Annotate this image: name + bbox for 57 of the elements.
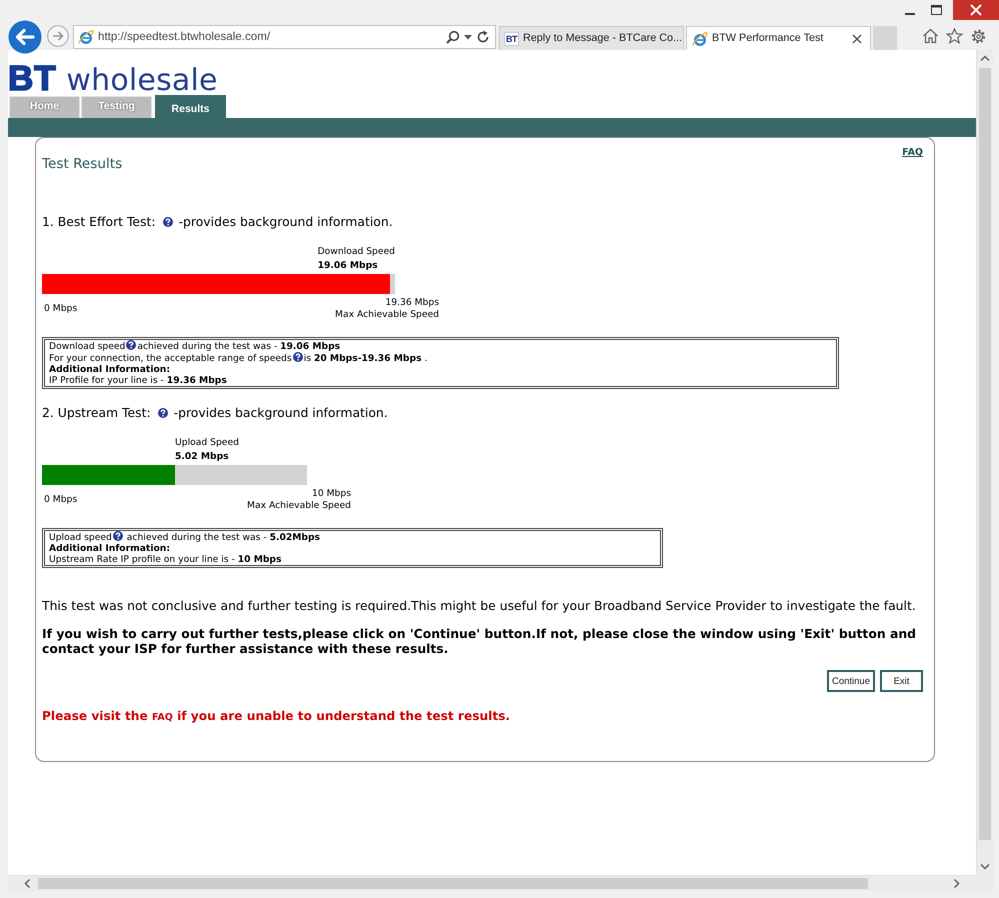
scale-min-label: 0 Mbps <box>43 303 78 316</box>
caret-down-icon[interactable] <box>464 34 472 40</box>
test-description: -provides background information. <box>174 405 388 422</box>
nav-tab[interactable]: Results <box>155 95 226 118</box>
detail-text: Upload speed <box>49 532 112 544</box>
help-icon[interactable] <box>126 340 136 350</box>
browser-tab[interactable]: BT Reply to Message - BTCare Co... <box>499 26 684 50</box>
detail-text: achieved during the test was - 19.06 Mbps <box>137 341 340 352</box>
conclusion-text: This test was not conclusive and further testing is required.This might be useful for your Broadband Service Provider to investigate the fault. <box>42 598 917 614</box>
meter-value: 19.06 Mbps <box>318 259 379 274</box>
scale-min-label: 0 Mbps <box>43 494 78 506</box>
faq-link[interactable]: FAQ <box>902 147 923 158</box>
meter-label: Upload Speed <box>175 436 239 450</box>
browser-logo-icon <box>692 30 708 46</box>
detail-text: is 20 Mbps-19.36 Mbps . <box>304 353 428 364</box>
close-icon[interactable] <box>852 34 862 44</box>
site-logo: BT wholesale <box>8 62 218 97</box>
scale-max-caption: Max Achievable Speed <box>247 500 351 512</box>
instruction-text: If you wish to carry out further tests,please click on 'Continue' button.If not, please close the window using 'Exit' button and contact your ISP for further assistance with these results. <box>42 626 918 656</box>
detail-text: Download speed <box>49 341 126 352</box>
browser-logo-icon <box>78 29 94 45</box>
site-logo: BT <box>504 32 519 46</box>
detail-text: IP Profile for your line is - 19.36 Mbps <box>49 375 228 386</box>
scale-max-caption: Max Achievable Speed <box>335 309 439 322</box>
test-description: -provides background information. <box>178 214 393 230</box>
continue-button[interactable]: Continue <box>826 670 875 692</box>
detail-text: achieved during the test was - 5.02Mbps <box>126 532 320 544</box>
meter-value: 5.02 Mbps <box>175 450 230 464</box>
page-title: Test Results <box>42 156 122 172</box>
home-icon[interactable] <box>922 28 939 44</box>
star-icon[interactable] <box>946 28 963 44</box>
help-icon[interactable] <box>158 408 168 418</box>
back-icon[interactable] <box>8 20 42 54</box>
test-heading: 2. Upstream Test: <box>42 405 151 422</box>
test-heading: 1. Best Effort Test: <box>42 214 156 230</box>
help-icon[interactable] <box>112 531 123 542</box>
search-icon[interactable] <box>446 30 460 44</box>
scrollbar-thumb[interactable] <box>979 68 991 840</box>
scrollbar-thumb[interactable] <box>38 878 868 889</box>
detail-text: For your connection, the acceptable range of speeds <box>49 353 292 364</box>
exit-button[interactable]: Exit <box>880 670 923 692</box>
help-icon[interactable] <box>162 217 173 228</box>
settings-icon[interactable] <box>970 28 987 44</box>
faq-link[interactable]: FAQ <box>152 712 173 724</box>
detail-heading: Additional Information: <box>49 543 171 554</box>
detail-heading: Additional Information: <box>49 364 171 376</box>
help-icon[interactable] <box>292 352 303 362</box>
detail-text: Upstream Rate IP profile on your line is - 10 Mbps <box>49 554 282 566</box>
refresh-icon[interactable] <box>476 30 490 44</box>
scale-max-label: 10 Mbps <box>312 488 351 500</box>
scale-max-label: 19.36 Mbps <box>385 297 439 310</box>
meter-label: Download Speed <box>318 245 395 260</box>
browser-tab[interactable]: BTW Performance Test <box>686 26 871 50</box>
faq-note-text: Please visit the FAQ if you are unable to understand the test results. <box>42 708 512 726</box>
address-bar[interactable]: http://speedtest.btwholesale.com/ <box>73 25 496 49</box>
close-icon[interactable] <box>953 0 999 20</box>
forward-icon[interactable] <box>47 25 69 47</box>
